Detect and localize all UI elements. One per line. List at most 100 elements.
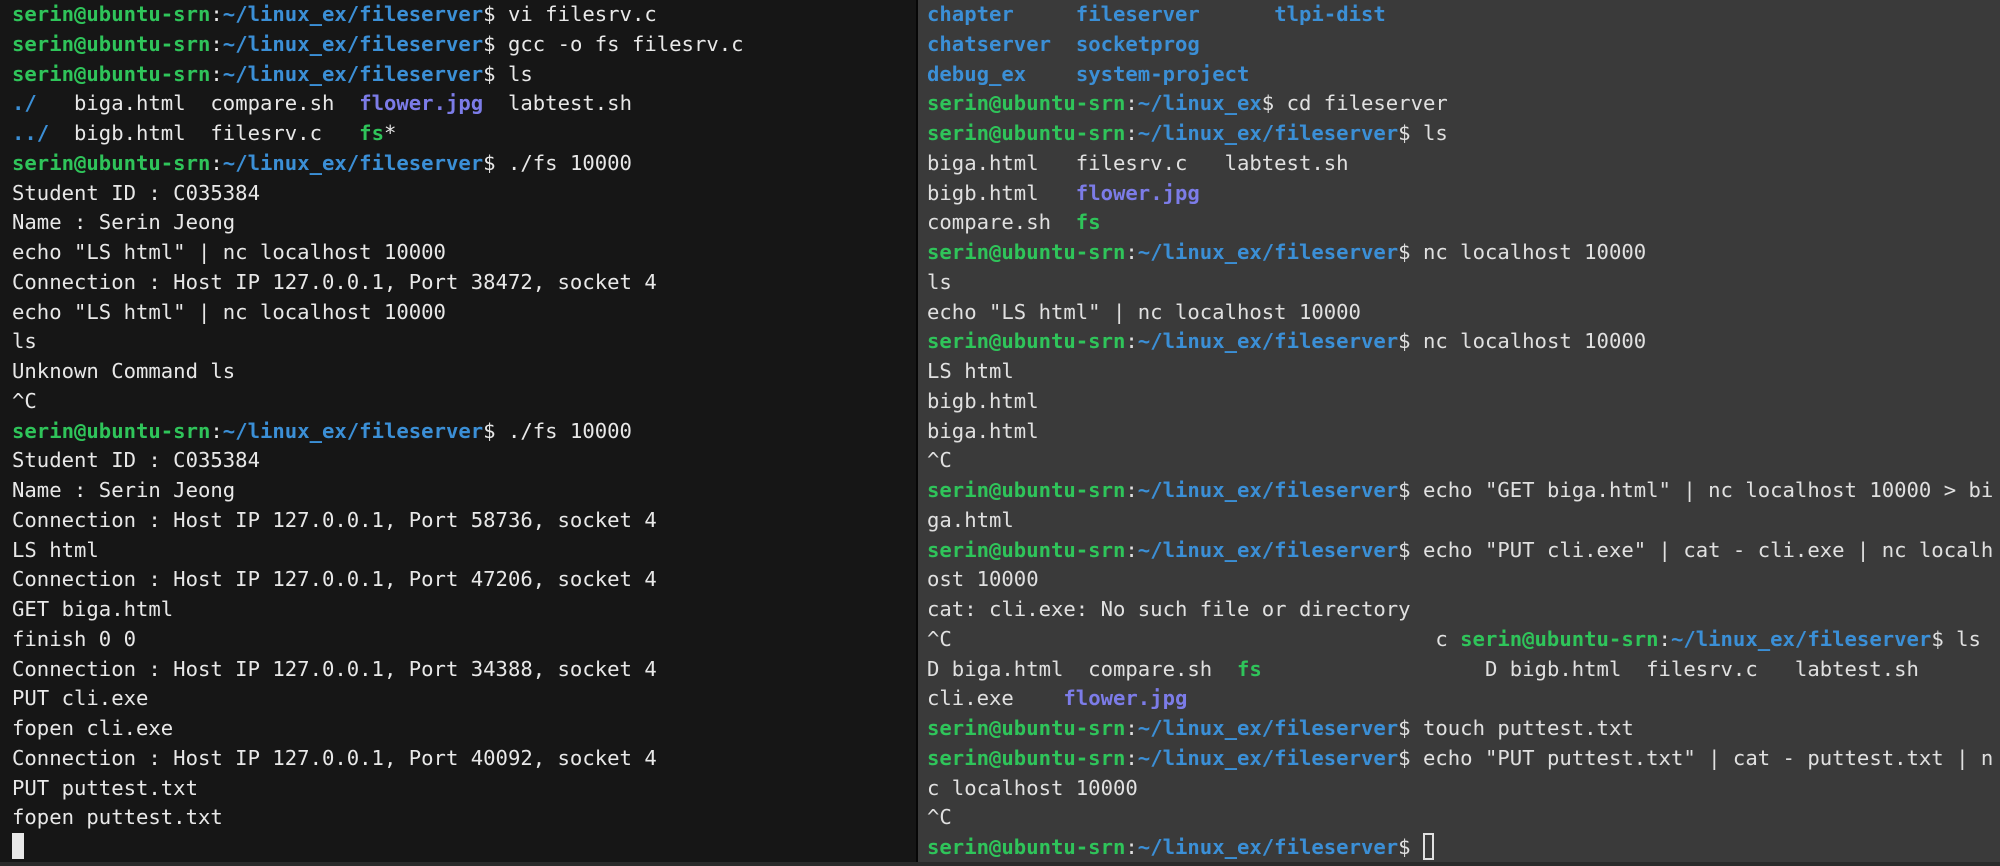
right-terminal-output: chapter fileserver tlpi-dist chatserver s… — [918, 0, 1993, 863]
prompt-path: ~/linux_ex/fileserver — [222, 61, 484, 86]
terminal-line: bigb.html flower.jpg — [927, 179, 1993, 209]
terminal-text: ./ — [12, 91, 37, 116]
terminal-text: Connection : Host IP 127.0.0.1, Port 472… — [12, 567, 657, 592]
terminal-line: serin@ubuntu-srn:~/linux_ex/fileserver$ … — [927, 119, 1993, 149]
terminal-line: Student ID : C035384 — [12, 446, 744, 476]
prompt-path: ~/linux_ex/fileserver — [222, 31, 484, 56]
terminal-text: LS html — [12, 537, 99, 562]
terminal-text: fs — [1236, 656, 1262, 681]
prompt-path: ~/linux_ex/fileserver — [1137, 329, 1399, 354]
terminal-text: socketprog — [1075, 31, 1200, 56]
terminal-text: cli.exe — [927, 686, 1064, 711]
terminal-line: fopen cli.exe — [12, 714, 744, 744]
terminal-text: $ echo "PUT cli.exe" | cat - cli.exe | n… — [1398, 537, 1994, 562]
terminal-line: serin@ubuntu-srn:~/linux_ex/fileserver$ … — [927, 327, 1993, 357]
terminal-line: ls — [927, 268, 1993, 298]
terminal-text: $ gcc -o fs filesrv.c — [483, 31, 744, 56]
terminal-text: fileserver — [1075, 2, 1200, 26]
terminal-line: chapter fileserver tlpi-dist — [927, 0, 1993, 30]
prompt-path: ~/linux_ex/fileserver — [222, 418, 484, 443]
left-terminal-output: serin@ubuntu-srn:~/linux_ex/fileserver$ … — [0, 0, 744, 863]
right-terminal-pane[interactable]: chapter fileserver tlpi-dist chatserver s… — [918, 0, 2000, 866]
terminal-text: Name : Serin Jeong — [12, 210, 236, 235]
terminal-line: PUT puttest.txt — [12, 774, 744, 804]
terminal-text: : — [1125, 537, 1138, 562]
terminal-line: ga.html — [927, 506, 1993, 536]
prompt-path: ~/linux_ex — [1137, 91, 1262, 116]
prompt-user-host: serin@ubuntu-srn — [927, 91, 1126, 116]
terminal-text: PUT cli.exe — [12, 686, 149, 711]
terminal-line: serin@ubuntu-srn:~/linux_ex/fileserver$ … — [927, 476, 1993, 506]
terminal-line: serin@ubuntu-srn:~/linux_ex/fileserver$ … — [12, 0, 744, 30]
terminal-cursor — [1422, 833, 1434, 860]
prompt-user-host: serin@ubuntu-srn — [927, 537, 1126, 562]
terminal-line: Connection : Host IP 127.0.0.1, Port 343… — [12, 655, 744, 685]
terminal-text: Student ID : C035384 — [12, 448, 260, 473]
prompt-user-host: serin@ubuntu-srn — [927, 716, 1126, 740]
prompt-user-host: serin@ubuntu-srn — [12, 2, 211, 26]
terminal-line: echo "LS html" | nc localhost 10000 — [927, 298, 1993, 328]
terminal-text: : — [1125, 329, 1138, 354]
terminal-line: GET biga.html — [12, 595, 744, 625]
prompt-user-host: serin@ubuntu-srn — [927, 240, 1126, 264]
terminal-line: serin@ubuntu-srn:~/linux_ex/fileserver$ … — [12, 417, 744, 447]
left-terminal-pane[interactable]: serin@ubuntu-srn:~/linux_ex/fileserver$ … — [0, 0, 916, 866]
terminal-text: D biga.html compare.sh — [927, 656, 1237, 681]
terminal-text: : — [1125, 121, 1138, 145]
terminal-text: compare.sh — [927, 210, 1076, 235]
terminal-text: : — [210, 418, 223, 443]
terminal-line: biga.html — [927, 417, 1993, 447]
terminal-line: PUT cli.exe — [12, 684, 744, 714]
terminal-text: flower.jpg — [1075, 180, 1200, 205]
prompt-path: ~/linux_ex/fileserver — [1137, 835, 1399, 859]
terminal-line: serin@ubuntu-srn:~/linux_ex/fileserver$ … — [927, 714, 1993, 744]
prompt-path: ~/linux_ex/fileserver — [222, 150, 484, 175]
prompt-user-host: serin@ubuntu-srn — [927, 121, 1126, 145]
terminal-line: Connection : Host IP 127.0.0.1, Port 400… — [12, 744, 744, 774]
prompt-user-host: serin@ubuntu-srn — [927, 478, 1126, 502]
terminal-text: ^C — [12, 388, 37, 413]
terminal-text: Connection : Host IP 127.0.0.1, Port 384… — [12, 269, 657, 294]
terminal-text: Connection : Host IP 127.0.0.1, Port 587… — [12, 507, 657, 532]
terminal-text: ls — [927, 269, 952, 294]
terminal-text: cat: cli.exe: No such file or directory — [927, 597, 1411, 621]
terminal-line: D biga.html compare.sh fs D bigb.html fi… — [927, 655, 1993, 685]
prompt-path: ~/linux_ex/fileserver — [1670, 626, 1932, 651]
terminal-line: ^C c serin@ubuntu-srn:~/linux_ex/fileser… — [927, 625, 1993, 655]
terminal-text: fs — [1075, 210, 1101, 235]
prompt-user-host: serin@ubuntu-srn — [927, 835, 1126, 859]
terminal-text: : — [210, 31, 223, 56]
window-bottom-edge — [0, 862, 2000, 866]
prompt-path: ~/linux_ex/fileserver — [1137, 121, 1399, 145]
terminal-line: LS html — [12, 536, 744, 566]
terminal-text: ost 10000 — [927, 567, 1039, 592]
terminal-line: ./ biga.html compare.sh flower.jpg labte… — [12, 89, 744, 119]
terminal-text: labtest.sh — [483, 91, 632, 116]
terminal-text: bigb.html — [927, 388, 1039, 413]
terminal-line: cli.exe flower.jpg — [927, 684, 1993, 714]
terminal-text: fs — [359, 121, 384, 145]
terminal-line: fopen puttest.txt — [12, 803, 744, 833]
terminal-line: serin@ubuntu-srn:~/linux_ex/fileserver$ … — [927, 536, 1993, 566]
terminal-line: Unknown Command ls — [12, 357, 744, 387]
terminal-line: Connection : Host IP 127.0.0.1, Port 384… — [12, 268, 744, 298]
terminal-text: $ nc localhost 10000 — [1398, 329, 1647, 354]
terminal-line: serin@ubuntu-srn:~/linux_ex/fileserver$ … — [12, 149, 744, 179]
terminal-line: echo "LS html" | nc localhost 10000 — [12, 238, 744, 268]
terminal-line: compare.sh fs — [927, 208, 1993, 238]
terminal-text: : — [1125, 91, 1138, 116]
terminal-line: LS html — [927, 357, 1993, 387]
terminal-text: PUT puttest.txt — [12, 775, 198, 800]
terminal-text: tlpi-dist — [1274, 2, 1386, 26]
terminal-text: flower.jpg — [1063, 686, 1188, 711]
terminal-line: Name : Serin Jeong — [12, 208, 744, 238]
terminal-text: chapter — [927, 2, 1014, 26]
terminal-text: ^C — [927, 448, 952, 473]
terminal-text: ../ — [12, 121, 50, 145]
terminal-line: Connection : Host IP 127.0.0.1, Port 587… — [12, 506, 744, 536]
terminal-text: $ echo "GET biga.html" | nc localhost 10… — [1398, 478, 1994, 502]
terminal-line: serin@ubuntu-srn:~/linux_ex/fileserver$ … — [927, 744, 1993, 774]
